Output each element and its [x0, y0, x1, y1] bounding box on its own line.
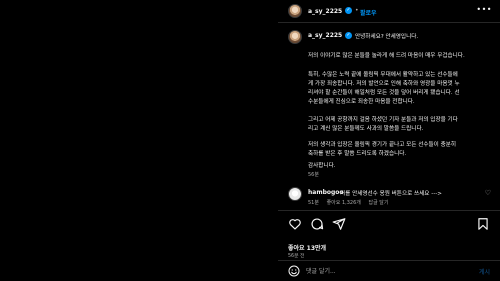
caption-line: 게 가장 죄송합니다. 저의 발언으로 인해 축하와 영광을 마음껏 누 [308, 81, 460, 87]
caption-line: 감사합니다. [308, 163, 336, 169]
caption-line: 리셔야 할 순간들이 해일처럼 모든 것을 덮어 버리게 됐습니다. 선 [308, 90, 460, 96]
reply-button[interactable]: 답글 달기 [368, 200, 388, 206]
caption-timestamp: 56분 [308, 172, 319, 178]
caption-verified-icon: ✓ [345, 32, 352, 39]
caption-line: 수분들에게 진심으로 죄송한 마음을 전합니다. [308, 99, 415, 105]
caption-username[interactable]: a_sy_2225 [308, 32, 342, 39]
comment-meta: 51분 좋아요 1,326개 답글 달기 [308, 199, 394, 206]
like-count[interactable]: 좋아요 13만개 [288, 243, 326, 252]
comment-icon[interactable] [310, 217, 324, 231]
post-detail-panel: a_sy_2225 ✓ • 팔로우 ••• a_sy_2225 ✓ 안녕하세요?… [278, 0, 500, 280]
action-bar [278, 210, 500, 239]
heart-icon[interactable] [288, 217, 302, 231]
avatar[interactable] [288, 4, 302, 18]
comment-time: 51분 [308, 200, 319, 206]
verified-badge-icon: ✓ [345, 7, 352, 14]
comment-heart-icon[interactable]: ♡ [485, 189, 491, 197]
emoji-icon[interactable] [288, 265, 300, 277]
author-username[interactable]: a_sy_2225 [308, 8, 342, 15]
comment-text: 저를 안세영선수 응원 버튼으로 쓰세요 ---> [340, 191, 442, 197]
caption-line: 안녕하세요? 안세영입니다. [355, 34, 419, 40]
caption-line: 저의 이야기로 많은 분들을 놀라게 해 드려 마음이 매우 무겁습니다. [308, 53, 465, 59]
add-comment-bar: 게시 [278, 260, 500, 281]
more-options-icon[interactable]: ••• [476, 5, 492, 14]
post-date: 56분 전 [288, 254, 305, 259]
caption-line: 축하를 받은 후 말씀 드리도록 하겠습니다. [308, 151, 407, 157]
comment-like-count[interactable]: 좋아요 1,326개 [327, 200, 361, 206]
post-comment-button[interactable]: 게시 [479, 267, 490, 276]
caption-line: 리고 계신 많은 분들께도 사과의 말씀을 드립니다. [308, 126, 424, 132]
comment-username[interactable]: hambogoo [308, 189, 344, 196]
comment-input[interactable] [306, 264, 456, 278]
caption-line: 그리고 어제 공항까지 걸음 하셨던 기자 분들과 저의 입장을 기다 [308, 117, 458, 123]
caption-line: 특히, 수많은 노력 끝에 올림픽 무대에서 활약하고 있는 선수들에 [308, 72, 458, 78]
separator-dot: • [355, 7, 359, 14]
caption-line: 저의 생각과 입장은 올림픽 경기가 끝나고 모든 선수들이 충분히 [308, 142, 457, 148]
caption-avatar[interactable] [288, 30, 302, 44]
follow-button[interactable]: 팔로우 [360, 8, 377, 17]
post-header: a_sy_2225 ✓ • 팔로우 ••• [278, 0, 500, 23]
share-icon[interactable] [332, 217, 346, 231]
comment-avatar[interactable] [288, 187, 302, 201]
bookmark-icon[interactable] [476, 217, 490, 231]
